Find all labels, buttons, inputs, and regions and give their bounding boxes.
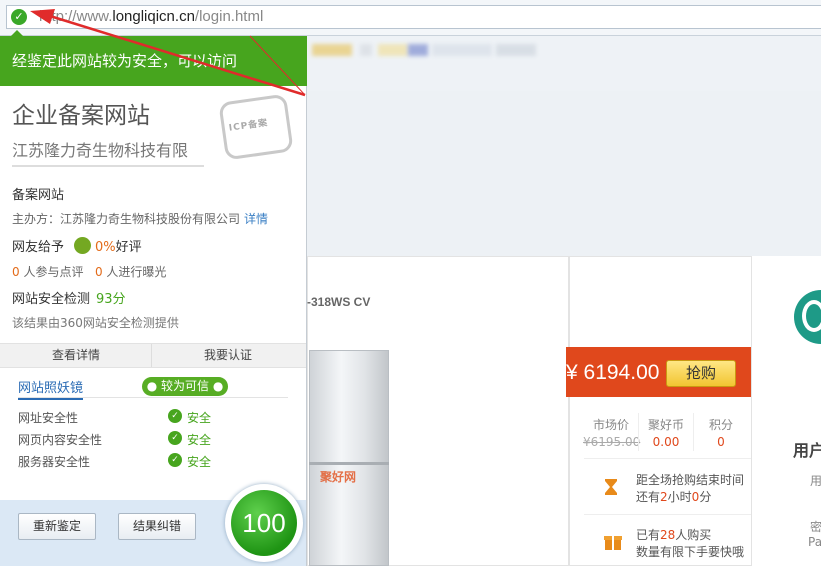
- price-panel: [569, 256, 752, 566]
- record-site-label: 备案网站: [12, 188, 65, 203]
- enterprise-title: 企业备案网站: [12, 103, 150, 129]
- buyers-line2: 数量有限下手要快哦: [636, 545, 745, 559]
- check-server-label: 服务器安全性: [18, 455, 91, 469]
- check-content-value: 安全: [187, 433, 212, 447]
- safety-score: 93分: [96, 292, 126, 307]
- buy-button[interactable]: 抢购: [666, 360, 736, 387]
- coin-value: 0.00: [652, 435, 680, 449]
- tomato-icon: [74, 237, 92, 254]
- url-field[interactable]: ✓ http://www.longliqicn.cn/login.html: [6, 5, 821, 29]
- trust-badge: ● 较为可信 ●: [142, 377, 228, 396]
- icp-seal-icon: ICP备案: [218, 93, 294, 161]
- blurred-chip: [408, 44, 428, 56]
- url-text[interactable]: http://www.longliqicn.cn/login.html: [39, 8, 263, 25]
- blurred-chip: [378, 44, 408, 56]
- blurred-chip: [360, 44, 372, 56]
- login-title: 用户: [793, 441, 821, 460]
- organizer-row: 主办方：江苏隆力奇生物科技股份有限公司 详情: [12, 210, 268, 227]
- market-price-value: ¥6195.00: [583, 435, 641, 449]
- review-stats: 0 人参与点评 0 人进行曝光: [12, 265, 167, 279]
- countdown-line2: 还有2小时0分: [636, 490, 712, 504]
- organizer-details-link[interactable]: 详情: [244, 212, 268, 226]
- buyers-text: 已有28人购买 数量有限下手要快哦: [636, 527, 744, 561]
- hourglass-icon: [605, 479, 617, 495]
- divider: [584, 458, 751, 459]
- points-label: 积分: [708, 418, 733, 432]
- product-model-text: -318WS CV: [307, 295, 371, 309]
- password-label: 密: [810, 520, 821, 534]
- blurred-chip: [496, 44, 536, 56]
- tab-certify[interactable]: 我要认证: [152, 343, 304, 368]
- re-evaluate-button[interactable]: 重新鉴定: [18, 513, 96, 540]
- fridge-drawer-line: [309, 462, 389, 465]
- safety-note: 该结果由360网站安全检测提供: [12, 316, 179, 330]
- coin-label: 聚好币: [647, 418, 684, 432]
- gift-icon: [604, 536, 622, 550]
- check-icon: ✓: [168, 453, 182, 467]
- divider: [151, 344, 152, 367]
- fridge-image[interactable]: [309, 350, 389, 566]
- check-icon: ✓: [168, 431, 182, 445]
- check-icon: ✓: [168, 409, 182, 423]
- watermark-logo: 聚好网: [320, 470, 357, 484]
- divider: [584, 514, 751, 515]
- safety-score-badge: 100: [231, 490, 297, 556]
- countdown-text: 距全场抢购结束时间 还有2小时0分: [636, 472, 744, 506]
- enterprise-name: 江苏隆力奇生物科技有限: [12, 141, 189, 160]
- market-price-label: 市场价: [592, 418, 629, 432]
- tab-view-details[interactable]: 查看详情: [0, 343, 152, 368]
- divider: [638, 413, 639, 451]
- price-text: ¥ 6194.00: [566, 361, 660, 384]
- blurred-chip: [312, 44, 352, 56]
- points-value: 0: [717, 435, 725, 449]
- divider: [18, 397, 288, 398]
- check-content-label: 网页内容安全性: [18, 433, 103, 447]
- countdown-line1: 距全场抢购结束时间: [636, 473, 745, 487]
- rating-row: 网友给予 0%好评: [12, 236, 142, 255]
- shield-check-icon[interactable]: ✓: [11, 9, 27, 25]
- blurred-chip: [432, 44, 492, 56]
- check-server-value: 安全: [187, 455, 212, 469]
- report-error-button[interactable]: 结果纠错: [118, 513, 196, 540]
- password-label-en: Pa: [808, 535, 821, 549]
- safety-check-row: 网站安全检测 93分: [12, 292, 126, 307]
- enterprise-underline: [12, 165, 204, 167]
- username-label: 用: [810, 474, 821, 488]
- check-url-value: 安全: [187, 411, 212, 425]
- popup-header: 经鉴定此网站较为安全，可以访问: [0, 36, 307, 86]
- organizer-text: 主办方：江苏隆力奇生物科技股份有限公司: [12, 212, 241, 226]
- divider: [693, 413, 694, 451]
- check-url-label: 网址安全性: [18, 411, 79, 425]
- buyers-line1: 已有28人购买: [636, 528, 712, 542]
